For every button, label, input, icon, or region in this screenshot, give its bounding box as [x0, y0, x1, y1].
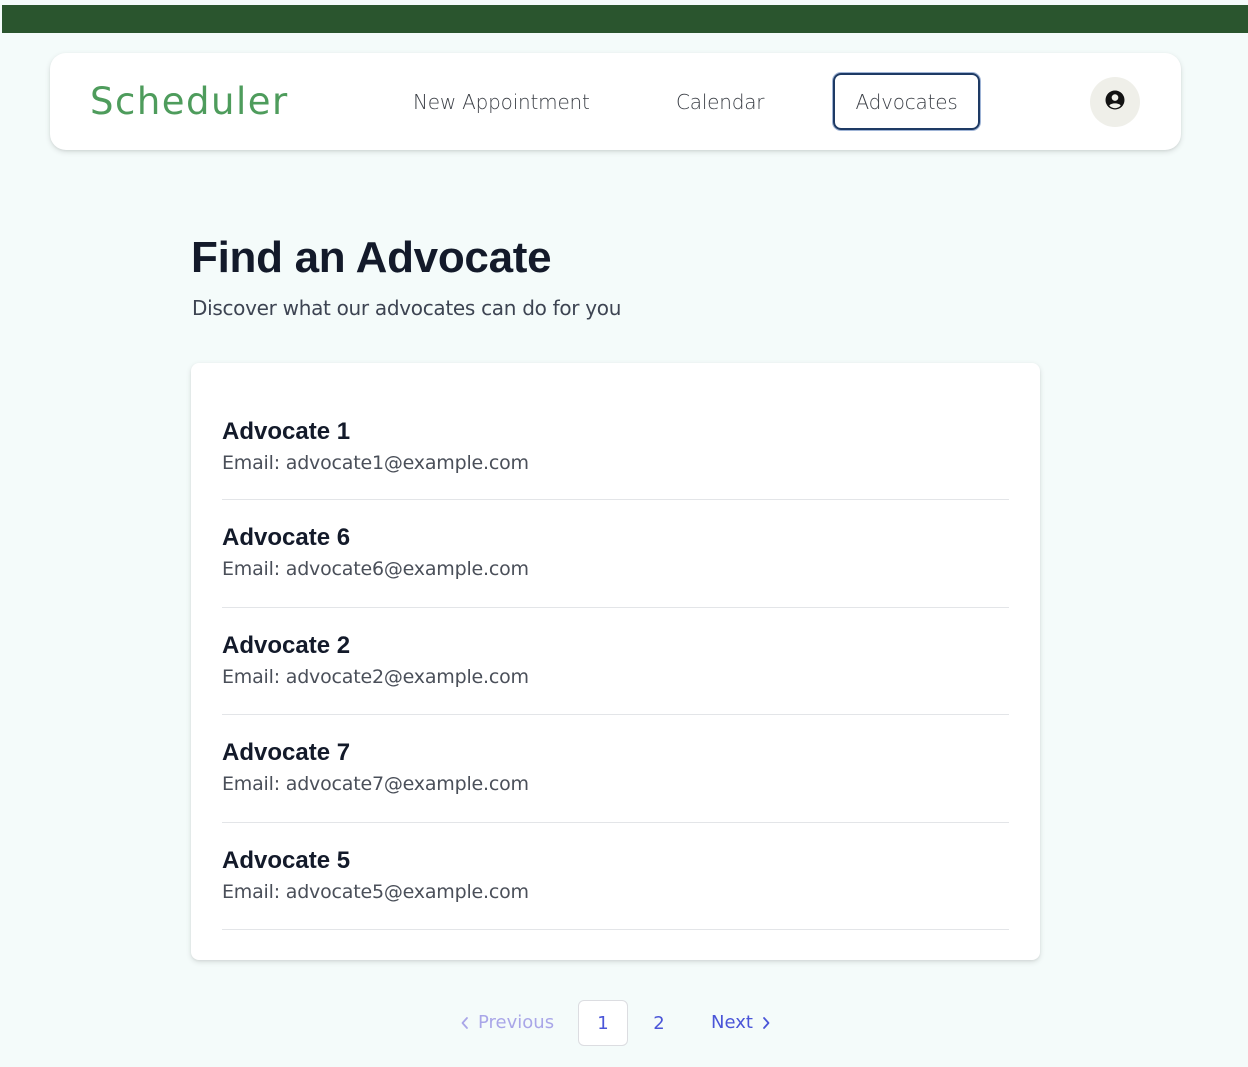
brand-logo[interactable]: Scheduler: [90, 80, 289, 124]
advocate-email: Email: advocate7@example.com: [222, 773, 529, 795]
advocate-name: Advocate 6: [222, 524, 351, 551]
previous-page-button: Previous: [460, 1013, 554, 1033]
advocate-list: Advocate 1 Email: advocate1@example.com …: [222, 393, 1009, 930]
advocate-list-card: Advocate 1 Email: advocate1@example.com …: [191, 363, 1040, 960]
user-circle-icon: [1105, 90, 1125, 115]
page-2-button[interactable]: 2: [634, 1000, 684, 1046]
page-1-button[interactable]: 1: [578, 1000, 628, 1046]
next-label: Next: [711, 1012, 753, 1033]
advocate-name: Advocate 1: [222, 418, 351, 445]
navbar: Scheduler New Appointment Calendar Advoc…: [50, 53, 1181, 150]
chevron-right-icon: [761, 1016, 771, 1030]
page: Scheduler New Appointment Calendar Advoc…: [0, 0, 1248, 1067]
previous-label: Previous: [478, 1012, 555, 1033]
advocate-name: Advocate 5: [222, 846, 351, 874]
nav-advocates-label: Advocates: [855, 89, 958, 114]
advocate-email: Email: advocate2@example.com: [222, 665, 529, 688]
top-accent-bar: [2, 5, 1248, 33]
advocate-email: Email: advocate6@example.com: [222, 558, 529, 580]
advocate-email: Email: advocate5@example.com: [222, 880, 529, 903]
pagination: Previous 1 2 Next: [0, 1000, 1248, 1046]
advocate-name: Advocate 2: [222, 631, 351, 659]
page-subtitle: Discover what our advocates can do for y…: [192, 296, 622, 320]
advocate-item[interactable]: Advocate 7 Email: advocate7@example.com: [222, 715, 1009, 823]
advocate-item[interactable]: Advocate 6 Email: advocate6@example.com: [222, 500, 1009, 608]
advocate-name: Advocate 7: [222, 739, 351, 766]
page-title: Find an Advocate: [191, 233, 552, 282]
nav-advocates[interactable]: Advocates: [833, 73, 980, 130]
advocate-item[interactable]: Advocate 1 Email: advocate1@example.com: [222, 393, 1009, 500]
chevron-left-icon: [460, 1016, 470, 1030]
next-page-button[interactable]: Next: [711, 1013, 771, 1033]
advocate-item[interactable]: Advocate 2 Email: advocate2@example.com: [222, 608, 1009, 715]
profile-button[interactable]: [1090, 77, 1140, 127]
advocate-item[interactable]: Advocate 5 Email: advocate5@example.com: [222, 823, 1009, 930]
nav-calendar[interactable]: Calendar: [676, 89, 765, 115]
nav-new-appointment[interactable]: New Appointment: [413, 89, 590, 115]
advocate-email: Email: advocate1@example.com: [222, 452, 529, 474]
